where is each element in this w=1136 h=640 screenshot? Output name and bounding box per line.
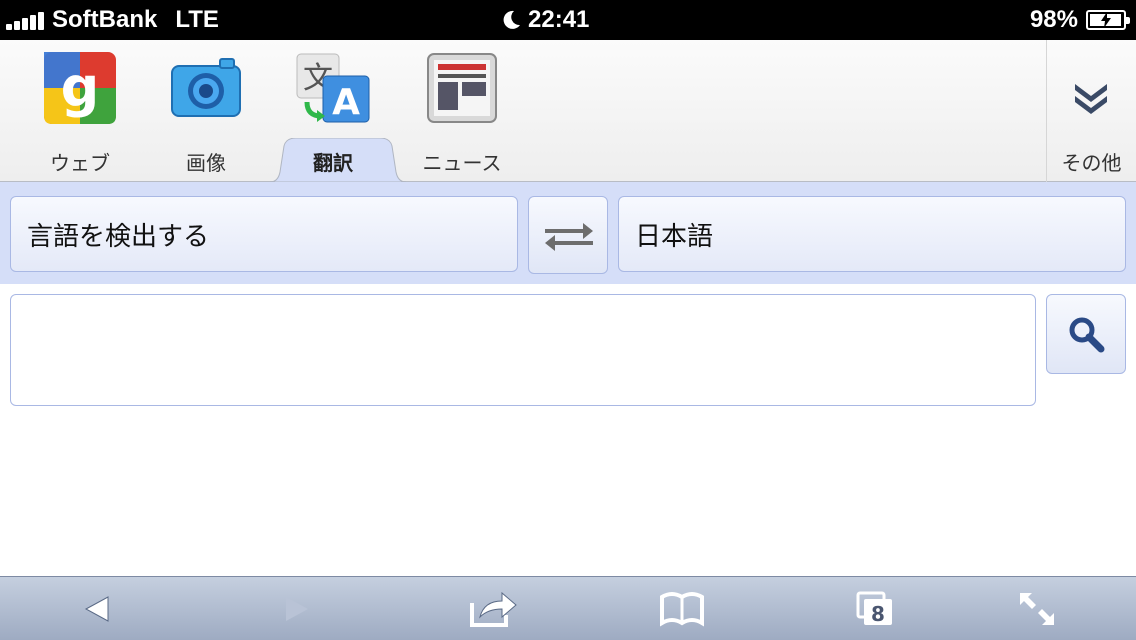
network-type: LTE	[175, 6, 219, 33]
language-bar: 言語を検出する 日本語	[0, 182, 1136, 284]
news-icon	[427, 53, 497, 123]
translate-icon: 文 A	[296, 53, 370, 123]
battery-icon	[1086, 10, 1130, 30]
tabs-count: 8	[871, 602, 885, 626]
bookmarks-icon	[660, 592, 704, 627]
status-center: 22:41	[500, 6, 589, 34]
search-button[interactable]	[1046, 294, 1126, 374]
back-icon	[84, 596, 109, 622]
app-header: g ウェブ 画像 文 A 翻訳 ニュース その他	[0, 40, 1136, 182]
battery-percent: 98%	[1029, 6, 1078, 33]
status-bar: SoftBank LTE 22:41 98%	[0, 0, 1136, 40]
forward-icon	[286, 597, 308, 621]
back-button[interactable]	[72, 589, 120, 629]
target-language-button[interactable]: 日本語	[618, 196, 1126, 272]
search-icon	[1069, 317, 1105, 353]
tab-news-label: ニュース	[422, 151, 502, 175]
double-chevron-down-icon	[1075, 84, 1107, 114]
more-label: その他	[1061, 151, 1122, 175]
bookmarks-button[interactable]	[658, 589, 706, 629]
translate-text-input[interactable]	[10, 294, 1036, 406]
status-left: SoftBank LTE	[6, 6, 219, 34]
tab-web[interactable]: g ウェブ	[20, 40, 140, 182]
tab-images-label: 画像	[186, 151, 226, 175]
forward-button[interactable]	[274, 589, 322, 629]
clock: 22:41	[528, 6, 590, 33]
tab-images[interactable]: 画像	[146, 40, 266, 182]
do-not-disturb-moon-icon	[503, 10, 520, 29]
tab-translate[interactable]: 文 A 翻訳	[273, 40, 393, 182]
swap-languages-button[interactable]	[528, 196, 608, 274]
carrier-name: SoftBank	[52, 6, 158, 33]
google-icon: g	[44, 52, 116, 124]
swap-arrows-icon	[545, 223, 593, 251]
target-language-label: 日本語	[635, 221, 714, 252]
share-button[interactable]	[468, 589, 517, 629]
svg-text:A: A	[332, 82, 360, 123]
status-right: 98%	[1029, 6, 1130, 34]
tab-web-label: ウェブ	[50, 151, 110, 175]
more-menu-button[interactable]: その他	[1046, 40, 1136, 182]
share-icon	[470, 591, 517, 627]
tabs-button[interactable]: 8	[854, 589, 902, 629]
signal-strength-icon	[6, 10, 46, 30]
camera-icon	[171, 58, 241, 117]
fullscreen-button[interactable]	[1014, 589, 1062, 629]
browser-toolbar: 8	[0, 576, 1136, 640]
fullscreen-icon	[1020, 593, 1054, 625]
tabs-icon: 8	[856, 591, 892, 626]
source-language-button[interactable]: 言語を検出する	[10, 196, 518, 272]
tab-news[interactable]: ニュース	[402, 40, 522, 182]
source-language-label: 言語を検出する	[27, 221, 210, 252]
tab-translate-label: 翻訳	[313, 151, 353, 175]
svg-text:g: g	[61, 56, 100, 119]
